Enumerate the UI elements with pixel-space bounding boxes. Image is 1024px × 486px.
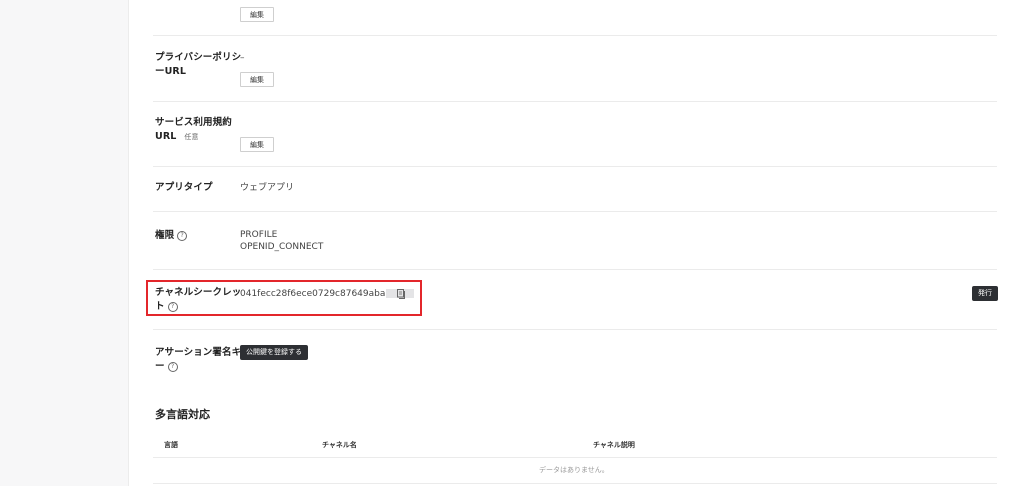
issue-button[interactable]: 発行 xyxy=(972,286,998,301)
register-public-key-button[interactable]: 公開鍵を登録する xyxy=(240,345,308,360)
privacy-policy-label: プライバシーポリシ ーURL xyxy=(155,52,242,77)
divider xyxy=(153,269,997,270)
permissions-label: 権限? xyxy=(155,229,188,243)
assertion-key-label: アサーション署名キ ー? xyxy=(155,347,242,372)
divider xyxy=(153,166,997,167)
highlight-box xyxy=(146,280,422,316)
optional-tag: 任意 xyxy=(184,133,199,141)
divider xyxy=(153,101,997,102)
permissions-values: PROFILE OPENID_CONNECT xyxy=(240,229,323,253)
left-sidebar xyxy=(0,0,129,486)
privacy-policy-value: – xyxy=(240,53,245,63)
column-header-channel-name: チャネル名 xyxy=(322,441,357,449)
divider xyxy=(153,35,997,36)
channel-settings-content: 編集 プライバシーポリシ ーURL – 編集 サービス利用規約 URL 任意 編集… xyxy=(128,0,1024,486)
terms-label: サービス利用規約 URL 任意 xyxy=(155,117,232,142)
divider xyxy=(153,211,997,212)
help-icon[interactable]: ? xyxy=(167,361,178,372)
empty-state-message: データはありません。 xyxy=(539,466,609,474)
permission-item: OPENID_CONNECT xyxy=(240,242,324,252)
table-bottom-divider xyxy=(153,483,997,484)
app-type-value: ウェブアプリ xyxy=(240,183,295,193)
privacy-policy-edit-button[interactable]: 編集 xyxy=(240,72,274,87)
terms-edit-button[interactable]: 編集 xyxy=(240,137,274,152)
table-header-divider xyxy=(153,457,997,458)
help-icon[interactable]: ? xyxy=(177,230,188,241)
edit-button-top[interactable]: 編集 xyxy=(240,7,274,22)
divider xyxy=(153,329,997,330)
permission-item: PROFILE xyxy=(240,230,278,240)
multilang-title: 多言語対応 xyxy=(155,408,210,421)
column-header-language: 言語 xyxy=(164,441,178,449)
column-header-channel-description: チャネル説明 xyxy=(593,441,635,449)
app-type-label: アプリタイプ xyxy=(155,182,213,193)
